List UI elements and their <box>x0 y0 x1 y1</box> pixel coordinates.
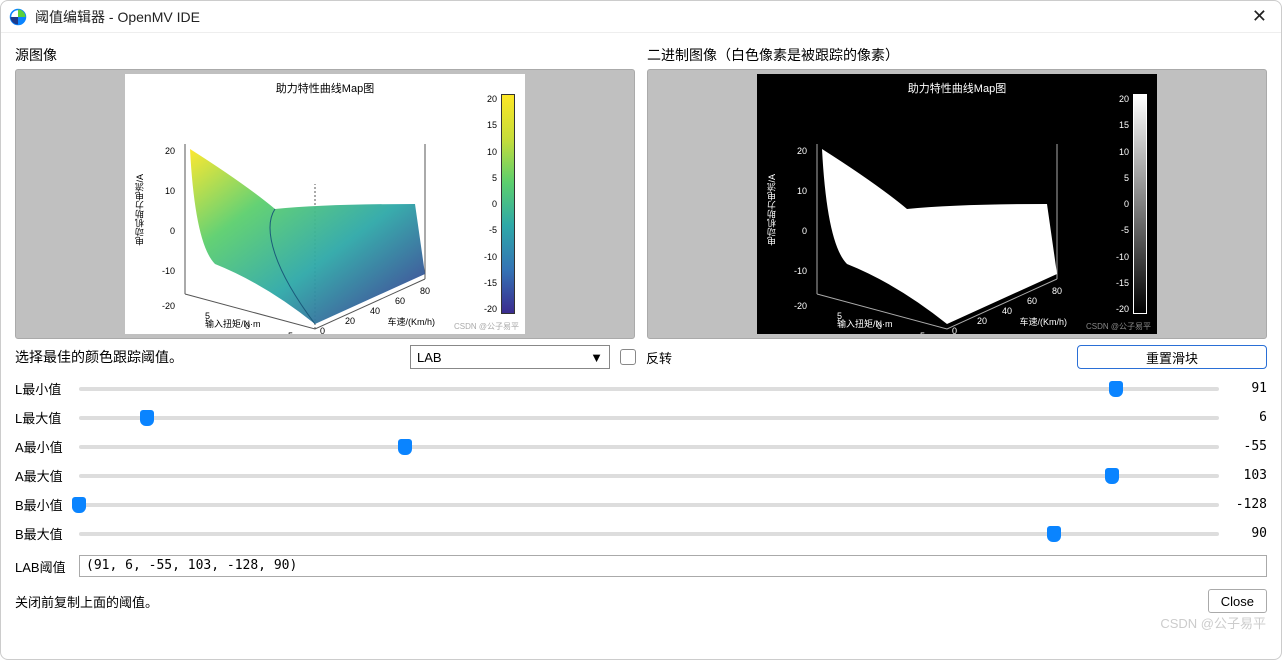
svg-text:40: 40 <box>1002 306 1012 316</box>
a-max-label: A最大值 <box>15 466 71 485</box>
output-value[interactable]: (91, 6, -55, 103, -128, 90) <box>79 555 1267 577</box>
svg-text:-5: -5 <box>285 331 293 334</box>
svg-text:20: 20 <box>797 146 807 156</box>
hint-text: 选择最佳的颜色跟踪阈值。 <box>15 347 400 367</box>
svg-text:60: 60 <box>395 296 405 306</box>
svg-text:10: 10 <box>165 186 175 196</box>
svg-text:-20: -20 <box>794 301 807 311</box>
b-min-slider[interactable] <box>79 503 1219 507</box>
zlabel: 电动机助力电流/A <box>133 174 146 246</box>
colorspace-value: LAB <box>417 350 442 365</box>
b-max-slider[interactable] <box>79 532 1219 536</box>
svg-text:20: 20 <box>345 316 355 326</box>
a-max-slider[interactable] <box>79 474 1219 478</box>
svg-text:80: 80 <box>420 286 430 296</box>
colorspace-select[interactable]: LAB ▼ <box>410 345 610 369</box>
colorbar-ticks-bw: 20151050-5-10-15-20 <box>1107 94 1129 314</box>
l-max-slider[interactable] <box>79 416 1219 420</box>
svg-text:20: 20 <box>165 146 175 156</box>
binary-image: 助力特性曲线Map图 20 10 0 -10 -20 5 <box>757 74 1157 334</box>
b-max-thumb[interactable] <box>1047 526 1061 542</box>
l-max-value: 6 <box>1227 410 1267 425</box>
svg-text:-10: -10 <box>794 266 807 276</box>
b-max-value: 90 <box>1227 526 1267 541</box>
zlabel-bw: 电动机助力电流/A <box>765 174 778 246</box>
surface-plot: 20 10 0 -10 -20 5 0 -5 0 20 40 <box>145 104 445 334</box>
l-max-thumb[interactable] <box>140 410 154 426</box>
svg-text:0: 0 <box>802 226 807 236</box>
colorbar-ticks: 20151050-5-10-15-20 <box>475 94 497 314</box>
app-icon <box>9 8 27 26</box>
source-image: 助力特性曲线Map图 <box>125 74 525 334</box>
l-max-label: L最大值 <box>15 408 71 427</box>
chevron-down-icon: ▼ <box>590 350 603 365</box>
colorbar-bw <box>1133 94 1147 314</box>
window-close-icon[interactable]: ✕ <box>1246 6 1273 27</box>
svg-text:60: 60 <box>1027 296 1037 306</box>
source-image-label: 源图像 <box>15 45 635 65</box>
a-max-value: 103 <box>1227 468 1267 483</box>
binary-image-frame: 助力特性曲线Map图 20 10 0 -10 -20 5 <box>647 69 1267 339</box>
output-label: LAB阈值 <box>15 557 71 576</box>
binary-image-label: 二进制图像（白色像素是被跟踪的像素） <box>647 45 1267 65</box>
svg-text:-10: -10 <box>162 266 175 276</box>
svg-text:-20: -20 <box>162 301 175 311</box>
plot-credit: CSDN @公子易平 <box>454 321 519 332</box>
b-min-value: -128 <box>1227 497 1267 512</box>
colorbar <box>501 94 515 314</box>
invert-checkbox[interactable] <box>620 349 636 365</box>
ylabel-bw: 输入扭矩/N·m <box>837 317 893 330</box>
close-button[interactable]: Close <box>1208 589 1267 613</box>
surface-plot-bw: 20 10 0 -10 -20 5 0 -5 0 20 40 60 <box>777 104 1077 334</box>
l-min-label: L最小值 <box>15 379 71 398</box>
source-image-frame: 助力特性曲线Map图 <box>15 69 635 339</box>
a-min-label: A最小值 <box>15 437 71 456</box>
b-min-thumb[interactable] <box>72 497 86 513</box>
xlabel: 车速/(Km/h) <box>387 315 435 328</box>
titlebar: 阈值编辑器 - OpenMV IDE ✕ <box>1 1 1281 33</box>
plot-credit-bw: CSDN @公子易平 <box>1086 321 1151 332</box>
svg-text:-5: -5 <box>917 331 925 334</box>
window-title: 阈值编辑器 - OpenMV IDE <box>35 7 1246 27</box>
invert-label: 反转 <box>646 348 672 367</box>
l-min-slider[interactable] <box>79 387 1219 391</box>
reset-sliders-button[interactable]: 重置滑块 <box>1077 345 1267 369</box>
xlabel-bw: 车速/(Km/h) <box>1019 315 1067 328</box>
svg-text:0: 0 <box>170 226 175 236</box>
svg-text:20: 20 <box>977 316 987 326</box>
plot-title: 助力特性曲线Map图 <box>125 80 525 96</box>
svg-text:80: 80 <box>1052 286 1062 296</box>
plot-title-bw: 助力特性曲线Map图 <box>757 80 1157 96</box>
a-min-slider[interactable] <box>79 445 1219 449</box>
svg-text:0: 0 <box>320 326 325 334</box>
a-min-thumb[interactable] <box>398 439 412 455</box>
b-min-label: B最小值 <box>15 495 71 514</box>
svg-text:40: 40 <box>370 306 380 316</box>
l-min-value: 91 <box>1227 381 1267 396</box>
l-min-thumb[interactable] <box>1109 381 1123 397</box>
copy-hint: 关闭前复制上面的阈值。 <box>15 592 158 611</box>
svg-text:10: 10 <box>797 186 807 196</box>
a-min-value: -55 <box>1227 439 1267 454</box>
svg-text:0: 0 <box>952 326 957 334</box>
b-max-label: B最大值 <box>15 524 71 543</box>
a-max-thumb[interactable] <box>1105 468 1119 484</box>
ylabel: 输入扭矩/N·m <box>205 317 261 330</box>
